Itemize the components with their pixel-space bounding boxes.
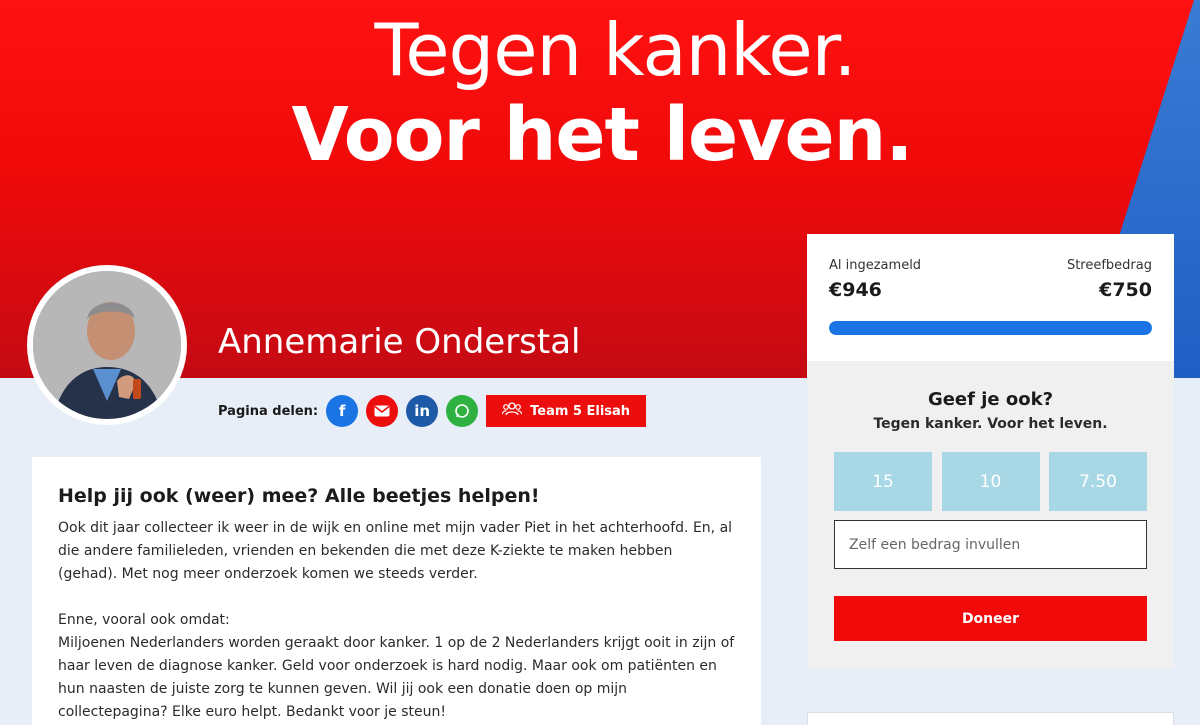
amount-option-10[interactable]: 10 [941, 452, 1040, 511]
target-amount: €750 [1099, 279, 1152, 301]
custom-amount-input[interactable] [834, 520, 1147, 569]
fundraiser-name: Annemarie Onderstal [218, 322, 581, 362]
hero-slogan-line1: Tegen kanker. [374, 8, 856, 92]
avatar [27, 265, 187, 425]
donate-button[interactable]: Doneer [834, 596, 1147, 641]
team-button[interactable]: Team 5 Elisah [486, 395, 647, 427]
progress-bar [829, 321, 1152, 335]
story-card: Help jij ook (weer) mee? Alle beetjes he… [32, 457, 761, 725]
avatar-photo [33, 271, 181, 419]
give-subtitle: Tegen kanker. Voor het leven. [873, 416, 1108, 432]
amount-option-7-50[interactable]: 7.50 [1049, 452, 1147, 511]
raised-amount: €946 [829, 279, 882, 301]
mail-icon[interactable] [366, 395, 399, 427]
progress-bar-fill [829, 321, 1152, 335]
linkedin-icon[interactable]: in [406, 395, 439, 427]
person-photo-icon [33, 271, 181, 419]
hero-slogan-line2: Voor het leven. [291, 92, 914, 178]
facebook-icon[interactable]: f [326, 395, 359, 427]
raised-label: Al ingezameld [829, 258, 922, 273]
story-title: Help jij ook (weer) mee? Alle beetjes he… [58, 485, 540, 507]
team-icon [502, 402, 523, 420]
story-paragraph: Miljoenen Nederlanders worden geraakt do… [58, 635, 735, 720]
team-button-label: Team 5 Elisah [530, 403, 631, 419]
next-card [807, 712, 1174, 725]
give-title: Geef je ook? [927, 389, 1054, 410]
share-label: Pagina delen: [218, 403, 319, 419]
amount-option-15[interactable]: 15 [834, 452, 932, 511]
story-paragraph: Enne, vooral ook omdat: [58, 612, 230, 628]
whatsapp-icon[interactable] [446, 395, 479, 427]
target-label: Streefbedrag [1066, 258, 1152, 273]
amount-options: 15 10 7.50 [807, 452, 1174, 511]
share-bar: Pagina delen: f in Team 5 Elisah [218, 395, 647, 427]
donation-panel: Al ingezameld Streefbedrag €946 €750 Gee… [807, 234, 1174, 669]
story-paragraph: Ook dit jaar collecteer ik weer in de wi… [58, 520, 733, 582]
progress-section: Al ingezameld Streefbedrag €946 €750 [807, 234, 1174, 361]
